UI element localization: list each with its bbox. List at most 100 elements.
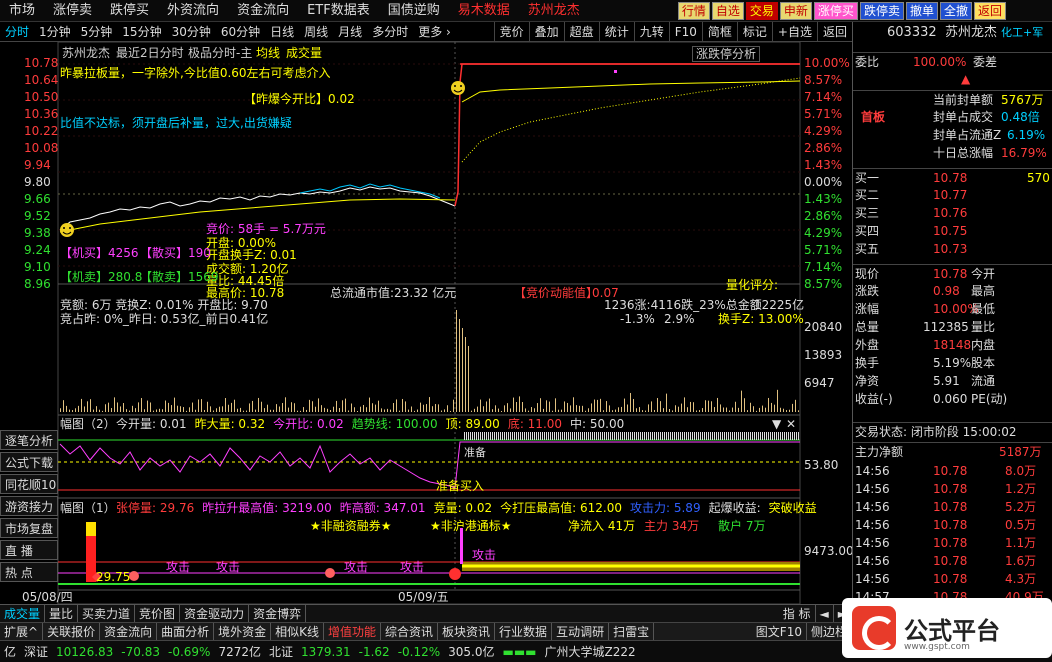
quote-row: 涨幅 10.00% 最低 <box>853 300 1052 318</box>
tool-surface[interactable]: 曲面分析 <box>157 622 215 641</box>
tab-formula-download[interactable]: 公式下载 <box>0 452 58 472</box>
menu-limit-down-buy[interactable]: 跌停买 <box>101 0 158 22</box>
tool-f10[interactable]: F10 <box>668 21 702 42</box>
volume-bar <box>744 398 745 412</box>
tick-row[interactable]: 14:56 10.78 8.0万 <box>853 462 1052 480</box>
bid-row[interactable]: 买二 10.77 <box>853 186 1052 204</box>
tab-live[interactable]: 直 播 <box>0 540 58 560</box>
quote-button[interactable]: 行情 <box>677 2 710 20</box>
back-button[interactable]: 返回 <box>973 2 1006 20</box>
tool-sector-news[interactable]: 板块资讯 <box>438 622 496 641</box>
ipo-button[interactable]: 申新 <box>779 2 812 20</box>
tool-news[interactable]: 综合资讯 <box>381 622 439 641</box>
tick-row[interactable]: 14:56 10.78 4.3万 <box>853 570 1052 588</box>
tool-simple[interactable]: 简框 <box>701 21 737 42</box>
tool-auction[interactable]: 竞价 <box>493 21 529 42</box>
tick-row[interactable]: 14:56 10.78 1.6万 <box>853 552 1052 570</box>
menu-market[interactable]: 市场 <box>0 0 44 22</box>
tool-capital-flow[interactable]: 资金流向 <box>100 622 158 641</box>
period-intraday[interactable]: 分时 <box>0 22 34 42</box>
tool-minesweeper[interactable]: 扫雷宝 <box>609 622 655 641</box>
menu-data[interactable]: 易木数据 <box>449 0 519 22</box>
limit-up-buy-button[interactable]: 涨停买 <box>813 2 858 20</box>
period-month[interactable]: 月线 <box>333 22 367 42</box>
period-30min[interactable]: 30分钟 <box>167 22 216 42</box>
tick-row[interactable]: 14:56 10.78 5.2万 <box>853 498 1052 516</box>
tab-ths10[interactable]: 同花顺10 <box>0 474 58 494</box>
avg-line-day2 <box>461 80 801 103</box>
tab-volume[interactable]: 成交量 <box>0 604 46 623</box>
ind1-bar <box>720 432 721 440</box>
ind1-bar <box>776 432 777 440</box>
tool-nine[interactable]: 九转 <box>633 21 669 42</box>
tab-buysell-power[interactable]: 买卖力道 <box>78 604 136 623</box>
quote-row: 外盘 18148 内盘 <box>853 336 1052 354</box>
quote-label: 收益(-) <box>855 392 893 406</box>
limit-down-sell-button[interactable]: 跌停卖 <box>859 2 904 20</box>
tab-review[interactable]: 市场复盘 <box>0 518 58 538</box>
menu-bond-repo[interactable]: 国债逆购 <box>379 0 449 22</box>
tool-foreign[interactable]: 境外资金 <box>214 622 272 641</box>
volume-bar <box>519 396 520 412</box>
tab-capital-game[interactable]: 资金博弈 <box>249 604 307 623</box>
tool-industry-data[interactable]: 行业数据 <box>495 622 553 641</box>
ind1-bar <box>782 432 783 440</box>
ind2-legend-item: 昨拉升最高值: 3219.00 <box>202 501 332 515</box>
pct-tick: 1.43% <box>804 158 843 172</box>
tool-super[interactable]: 超盘 <box>563 21 599 42</box>
tool-overlay[interactable]: 叠加 <box>528 21 564 42</box>
intraday-chart[interactable]: 苏州龙杰 最近2日分时 极品分时-主 均线 成交量 涨跌停分析 昨暴拉板量，一字… <box>0 42 854 604</box>
tab-prev-icon[interactable]: ◄ <box>816 604 834 623</box>
seal-turn-value: 0.48倍 <box>1001 110 1040 124</box>
limit-analysis-button[interactable]: 涨跌停分析 <box>692 46 761 62</box>
quote-value: 112385 <box>923 320 969 334</box>
period-15min[interactable]: 15分钟 <box>117 22 166 42</box>
period-multi[interactable]: 多分时 <box>367 22 413 42</box>
trade-button[interactable]: 交易 <box>745 2 778 20</box>
volume-bar <box>453 399 454 412</box>
period-more[interactable]: 更多 › <box>413 22 456 42</box>
tool-expand[interactable]: 扩展^ <box>0 622 44 641</box>
period-60min[interactable]: 60分钟 <box>216 22 265 42</box>
menu-limit-up-sell[interactable]: 涨停卖 <box>44 0 101 22</box>
bid-row[interactable]: 买一 10.78 570 <box>853 168 1052 186</box>
bid-row[interactable]: 买三 10.76 <box>853 204 1052 222</box>
price-tick: 8.96 <box>24 277 51 291</box>
tool-premium[interactable]: 增值功能 <box>324 622 382 641</box>
menu-foreign-flow[interactable]: 外资流向 <box>158 0 228 22</box>
menu-etf-table[interactable]: ETF数据表 <box>298 0 379 22</box>
tab-volume-ratio[interactable]: 量比 <box>45 604 79 623</box>
cancel-all-button[interactable]: 全撤 <box>939 2 972 20</box>
tab-relay[interactable]: 游资接力 <box>0 496 58 516</box>
period-week[interactable]: 周线 <box>299 22 333 42</box>
volume-bar <box>777 389 778 412</box>
period-1min[interactable]: 1分钟 <box>34 22 76 42</box>
tool-related-quote[interactable]: 关联报价 <box>43 622 101 641</box>
cancel-order-button[interactable]: 撤单 <box>905 2 938 20</box>
menu-capital-flow[interactable]: 资金流向 <box>228 0 298 22</box>
tool-stats[interactable]: 统计 <box>598 21 634 42</box>
bid-row[interactable]: 买四 10.75 <box>853 222 1052 240</box>
tab-hot[interactable]: 热 点 <box>0 562 58 582</box>
tool-f10-graphic[interactable]: 图文F10 <box>752 622 807 641</box>
ind1-scroll-down-icon[interactable]: ▼ <box>772 417 781 431</box>
tab-capital-drive[interactable]: 资金驱动力 <box>180 604 250 623</box>
tool-back[interactable]: 返回 <box>816 21 852 42</box>
menu-stock-name[interactable]: 苏州龙杰 <box>519 0 589 22</box>
tool-similar-k[interactable]: 相似K线 <box>271 622 324 641</box>
tab-indicator[interactable]: 指 标 <box>779 604 816 623</box>
bid-row[interactable]: 买五 10.73 <box>853 240 1052 258</box>
tick-row[interactable]: 14:56 10.78 1.1万 <box>853 534 1052 552</box>
tool-mark[interactable]: 标记 <box>736 21 772 42</box>
tool-add-watch[interactable]: +自选 <box>771 21 817 42</box>
period-day[interactable]: 日线 <box>265 22 299 42</box>
tab-auction-chart[interactable]: 竞价图 <box>135 604 181 623</box>
tool-interactive[interactable]: 互动调研 <box>552 622 610 641</box>
watchlist-button[interactable]: 自选 <box>711 2 744 20</box>
tick-row[interactable]: 14:56 10.78 0.5万 <box>853 516 1052 534</box>
volume-bar <box>507 403 508 412</box>
period-5min[interactable]: 5分钟 <box>76 22 118 42</box>
tab-tick-analysis[interactable]: 逐笔分析 <box>0 430 58 450</box>
close-icon[interactable]: ✕ <box>786 417 796 431</box>
tick-row[interactable]: 14:56 10.78 1.2万 <box>853 480 1052 498</box>
